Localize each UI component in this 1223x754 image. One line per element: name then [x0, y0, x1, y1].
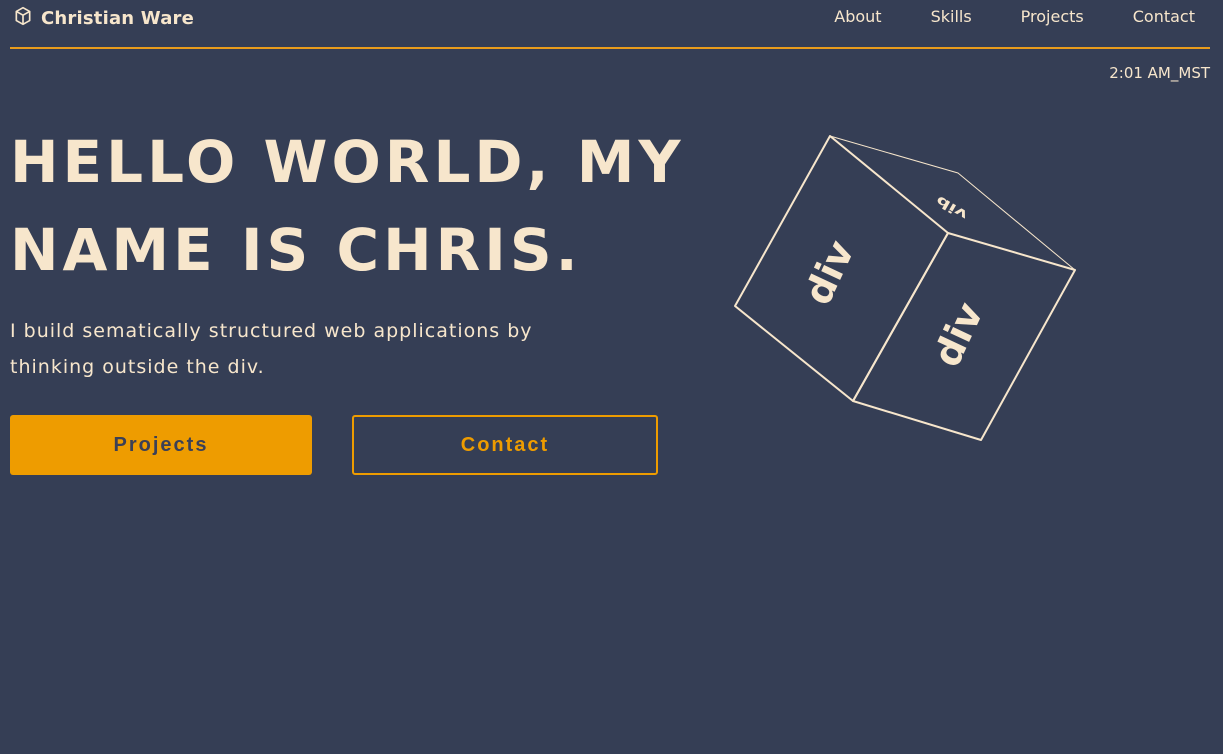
cube-top-face-label: div [933, 193, 970, 223]
hero-heading-line-1: HELLO WORLD, MY [10, 128, 685, 196]
hero-subtitle-line-2: thinking outside the div. [10, 356, 265, 378]
nav-projects-link[interactable]: Projects [1021, 7, 1084, 26]
cube-right-face-label: div [925, 296, 992, 374]
main-navigation: About Skills Projects Contact [834, 7, 1195, 26]
hero-subtitle: I build sematically structured web appli… [10, 313, 600, 385]
cube-logo-icon [13, 6, 33, 31]
projects-button[interactable]: Projects [10, 415, 312, 475]
site-header: Christian Ware About Skills Projects Con… [10, 0, 1210, 49]
nav-skills-link[interactable]: Skills [931, 7, 972, 26]
hero-heading: HELLO WORLD, MY NAME IS CHRIS. [10, 118, 700, 294]
nav-contact-link[interactable]: Contact [1133, 7, 1195, 26]
nav-about-link[interactable]: About [834, 7, 881, 26]
rotating-div-cube: div div div [725, 128, 1085, 448]
brand-name: Christian Ware [41, 8, 195, 29]
brand-link[interactable]: Christian Ware [13, 6, 194, 31]
hero-subtitle-line-1: I build sematically structured web appli… [10, 320, 533, 342]
cube-left-face-label: div [796, 234, 863, 312]
local-time: 2:01 AM_MST [1109, 64, 1210, 82]
hero-heading-line-2: NAME IS CHRIS. [10, 216, 582, 284]
contact-button[interactable]: Contact [352, 415, 658, 475]
